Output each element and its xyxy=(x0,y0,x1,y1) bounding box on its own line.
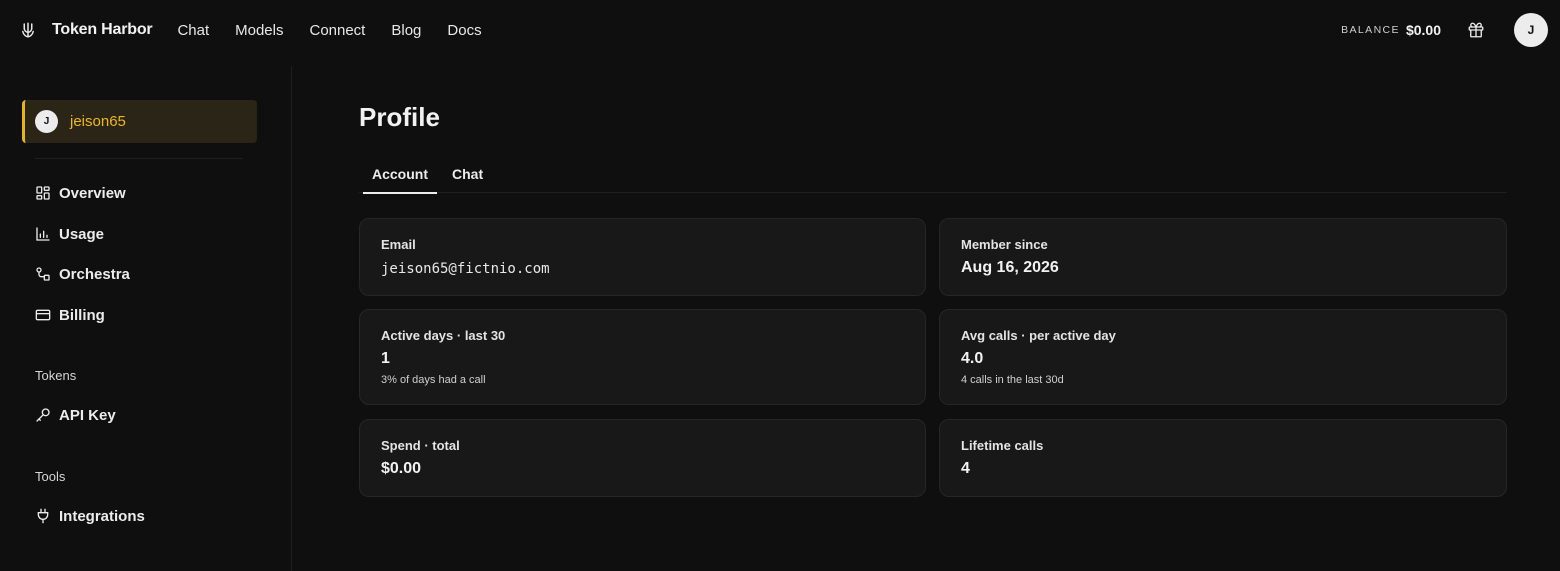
nav-docs[interactable]: Docs xyxy=(447,22,481,39)
page-title: Profile xyxy=(359,102,440,132)
nav-models[interactable]: Models xyxy=(235,22,283,39)
credit-card-icon xyxy=(35,307,51,323)
sidebar-item-billing[interactable]: Billing xyxy=(35,304,105,326)
main-nav: Chat Models Connect Blog Docs xyxy=(177,22,507,39)
tab-account[interactable]: Account xyxy=(363,160,437,194)
sidebar-item-label: Overview xyxy=(59,184,126,202)
key-icon xyxy=(35,407,51,423)
account-area: BALANCE $0.00 J xyxy=(1341,12,1548,48)
sidebar-item-label: API Key xyxy=(59,406,116,424)
gift-icon[interactable] xyxy=(1467,21,1485,39)
sidebar-item-orchestra[interactable]: Orchestra xyxy=(35,263,130,285)
card-label: Lifetime calls xyxy=(961,438,1044,453)
balance-value: $0.00 xyxy=(1405,22,1441,38)
sidebar-item-label: Orchestra xyxy=(59,265,130,283)
sidebar-item-label: Billing xyxy=(59,306,105,324)
bar-chart-icon xyxy=(35,226,51,242)
avatar: J xyxy=(35,110,58,133)
member-since-card: Member since Aug 16, 2026 xyxy=(939,218,1507,296)
anchor-icon xyxy=(19,21,37,39)
lifetime-calls-value: 4 xyxy=(961,460,970,477)
workflow-icon xyxy=(35,266,51,282)
member-since-value: Aug 16, 2026 xyxy=(961,259,1059,276)
card-label: Active days · last 30 xyxy=(381,328,506,343)
card-label: Spend · total xyxy=(381,438,460,453)
top-navbar: Token Harbor Chat Models Connect Blog Do… xyxy=(0,0,1560,60)
nav-blog[interactable]: Blog xyxy=(391,22,421,39)
sidebar-user[interactable]: J jeison65 xyxy=(22,100,257,143)
avg-calls-card: Avg calls · per active day 4.0 4 calls i… xyxy=(939,309,1507,405)
card-label: Avg calls · per active day xyxy=(961,328,1116,343)
sidebar-item-api-key[interactable]: API Key xyxy=(35,404,116,426)
sidebar-section-tokens: Tokens xyxy=(35,368,77,383)
tab-chat[interactable]: Chat xyxy=(443,160,492,193)
balance-label: BALANCE xyxy=(1341,24,1400,36)
sidebar-username: jeison65 xyxy=(70,113,126,130)
sidebar-item-integrations[interactable]: Integrations xyxy=(35,505,145,527)
card-subtext: 4 calls in the last 30d xyxy=(961,374,1064,386)
sidebar: J jeison65 Overview Usage Orchestra Bill… xyxy=(0,66,292,571)
sidebar-item-overview[interactable]: Overview xyxy=(35,182,126,204)
lifetime-calls-card: Lifetime calls 4 xyxy=(939,419,1507,497)
email-card: Email jeison65@fictnio.com xyxy=(359,218,926,296)
sidebar-item-label: Usage xyxy=(59,225,105,243)
grid-icon xyxy=(35,185,51,201)
user-avatar-button[interactable]: J xyxy=(1514,13,1548,47)
nav-chat[interactable]: Chat xyxy=(177,22,209,39)
active-days-value: 1 xyxy=(381,350,390,367)
sidebar-section-tools: Tools xyxy=(35,469,66,484)
profile-tabs: Account Chat xyxy=(359,160,1507,194)
brand-name: Token Harbor xyxy=(52,21,153,38)
spend-card: Spend · total $0.00 xyxy=(359,419,926,497)
plug-icon xyxy=(35,508,51,524)
sidebar-item-label: Integrations xyxy=(59,507,145,525)
sidebar-divider xyxy=(35,158,243,159)
brand-link[interactable]: Token Harbor xyxy=(19,21,153,39)
email-value: jeison65@fictnio.com xyxy=(381,261,550,277)
avg-calls-value: 4.0 xyxy=(961,350,984,367)
card-label: Email xyxy=(381,237,416,252)
nav-connect[interactable]: Connect xyxy=(309,22,365,39)
card-label: Member since xyxy=(961,237,1048,252)
sidebar-item-usage[interactable]: Usage xyxy=(35,223,104,245)
active-days-card: Active days · last 30 1 3% of days had a… xyxy=(359,309,926,405)
spend-value: $0.00 xyxy=(381,460,422,477)
card-subtext: 3% of days had a call xyxy=(381,374,486,386)
